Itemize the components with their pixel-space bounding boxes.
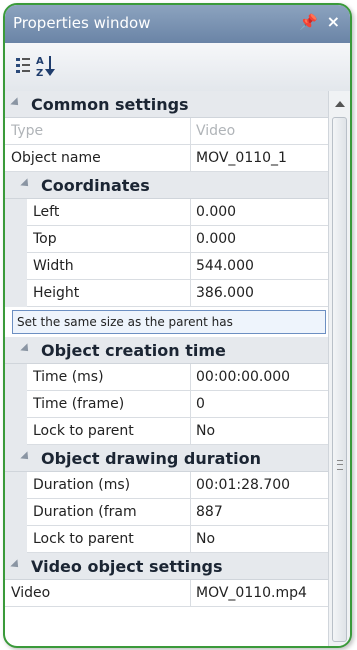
property-name: Width bbox=[33, 258, 74, 274]
grip-icon bbox=[337, 460, 343, 470]
property-name: Duration (fram bbox=[33, 504, 137, 520]
property-row-time-ms[interactable]: Time (ms) 00:00:00.000 bbox=[5, 364, 328, 391]
collapse-icon[interactable] bbox=[10, 97, 22, 109]
same-size-as-parent-button[interactable]: Set the same size as the parent has bbox=[12, 310, 326, 334]
property-name: Lock to parent bbox=[33, 423, 134, 439]
property-value: Video bbox=[190, 118, 329, 145]
category-common-settings[interactable]: Common settings bbox=[5, 91, 328, 118]
property-row-width[interactable]: Width 544.000 bbox=[5, 253, 328, 280]
duration-ms-value[interactable]: 00:01:28.700 bbox=[190, 472, 329, 499]
property-row-top[interactable]: Top 0.000 bbox=[5, 226, 328, 253]
category-coordinates[interactable]: Coordinates bbox=[5, 172, 328, 199]
indent-gutter bbox=[5, 418, 27, 445]
indent-gutter bbox=[5, 472, 27, 499]
property-row-height[interactable]: Height 386.000 bbox=[5, 280, 328, 307]
property-row-left[interactable]: Left 0.000 bbox=[5, 199, 328, 226]
duration-frame-value[interactable]: 887 bbox=[190, 499, 329, 526]
property-row-type: Type Video bbox=[5, 118, 328, 145]
property-name: Top bbox=[33, 231, 57, 247]
title-bar[interactable]: Properties window 📌 × bbox=[5, 5, 350, 43]
toolbar: A Z bbox=[5, 43, 350, 92]
category-object-drawing-duration[interactable]: Object drawing duration bbox=[5, 445, 328, 472]
vertical-scrollbar[interactable] bbox=[328, 91, 350, 646]
categorized-view-icon[interactable] bbox=[13, 53, 33, 77]
pin-icon[interactable]: 📌 bbox=[299, 13, 318, 31]
width-value[interactable]: 544.000 bbox=[190, 253, 329, 280]
scroll-up-arrow-icon[interactable] bbox=[335, 101, 345, 107]
collapse-icon[interactable] bbox=[20, 343, 32, 355]
category-label: Common settings bbox=[31, 95, 189, 114]
indent-gutter bbox=[5, 253, 27, 280]
alphabetical-sort-icon[interactable]: A Z bbox=[35, 53, 55, 79]
category-label: Coordinates bbox=[41, 176, 150, 195]
window-title: Properties window bbox=[13, 14, 151, 32]
category-video-object-settings[interactable]: Video object settings bbox=[5, 553, 328, 580]
property-row-object-name[interactable]: Object name MOV_0110_1 bbox=[5, 145, 328, 172]
svg-text:Z: Z bbox=[36, 68, 43, 79]
property-name: Lock to parent bbox=[33, 531, 134, 547]
property-row-video[interactable]: Video MOV_0110.mp4 bbox=[5, 580, 328, 607]
top-value[interactable]: 0.000 bbox=[190, 226, 329, 253]
property-name: Height bbox=[33, 285, 80, 301]
property-row-duration-ms[interactable]: Duration (ms) 00:01:28.700 bbox=[5, 472, 328, 499]
properties-window: Properties window 📌 × A Z Common setting… bbox=[3, 3, 352, 648]
time-ms-value[interactable]: 00:00:00.000 bbox=[190, 364, 329, 391]
property-name: Time (ms) bbox=[33, 369, 104, 385]
lock-to-parent-value[interactable]: No bbox=[190, 526, 329, 553]
height-value[interactable]: 386.000 bbox=[190, 280, 329, 307]
property-name: Type bbox=[11, 123, 44, 139]
video-file-value[interactable]: MOV_0110.mp4 bbox=[190, 580, 329, 607]
property-row-lock-to-parent[interactable]: Lock to parent No bbox=[5, 526, 328, 553]
indent-gutter bbox=[5, 526, 27, 553]
close-icon[interactable]: × bbox=[327, 12, 340, 31]
indent-gutter bbox=[5, 499, 27, 526]
category-label: Video object settings bbox=[31, 557, 223, 576]
property-grid: Common settings Type Video Object name M… bbox=[5, 91, 350, 646]
property-row-time-frame[interactable]: Time (frame) 0 bbox=[5, 391, 328, 418]
scroll-thumb[interactable] bbox=[332, 117, 347, 642]
property-row-lock-to-parent[interactable]: Lock to parent No bbox=[5, 418, 328, 445]
collapse-icon[interactable] bbox=[20, 451, 32, 463]
category-label: Object creation time bbox=[41, 341, 226, 360]
property-row-duration-frame[interactable]: Duration (fram 887 bbox=[5, 499, 328, 526]
category-label: Object drawing duration bbox=[41, 449, 261, 468]
collapse-icon[interactable] bbox=[20, 178, 32, 190]
category-object-creation-time[interactable]: Object creation time bbox=[5, 337, 328, 364]
indent-gutter bbox=[5, 199, 27, 226]
object-name-value[interactable]: MOV_0110_1 bbox=[190, 145, 329, 172]
property-name: Left bbox=[33, 204, 60, 220]
indent-gutter bbox=[5, 226, 27, 253]
svg-text:A: A bbox=[36, 56, 44, 67]
indent-gutter bbox=[5, 391, 27, 418]
indent-gutter bbox=[5, 280, 27, 307]
property-name: Object name bbox=[11, 150, 101, 166]
property-name: Duration (ms) bbox=[33, 477, 131, 493]
left-value[interactable]: 0.000 bbox=[190, 199, 329, 226]
lock-to-parent-value[interactable]: No bbox=[190, 418, 329, 445]
collapse-icon[interactable] bbox=[10, 559, 22, 571]
indent-gutter bbox=[5, 364, 27, 391]
property-name: Time (frame) bbox=[33, 396, 125, 412]
property-name: Video bbox=[11, 585, 51, 601]
time-frame-value[interactable]: 0 bbox=[190, 391, 329, 418]
